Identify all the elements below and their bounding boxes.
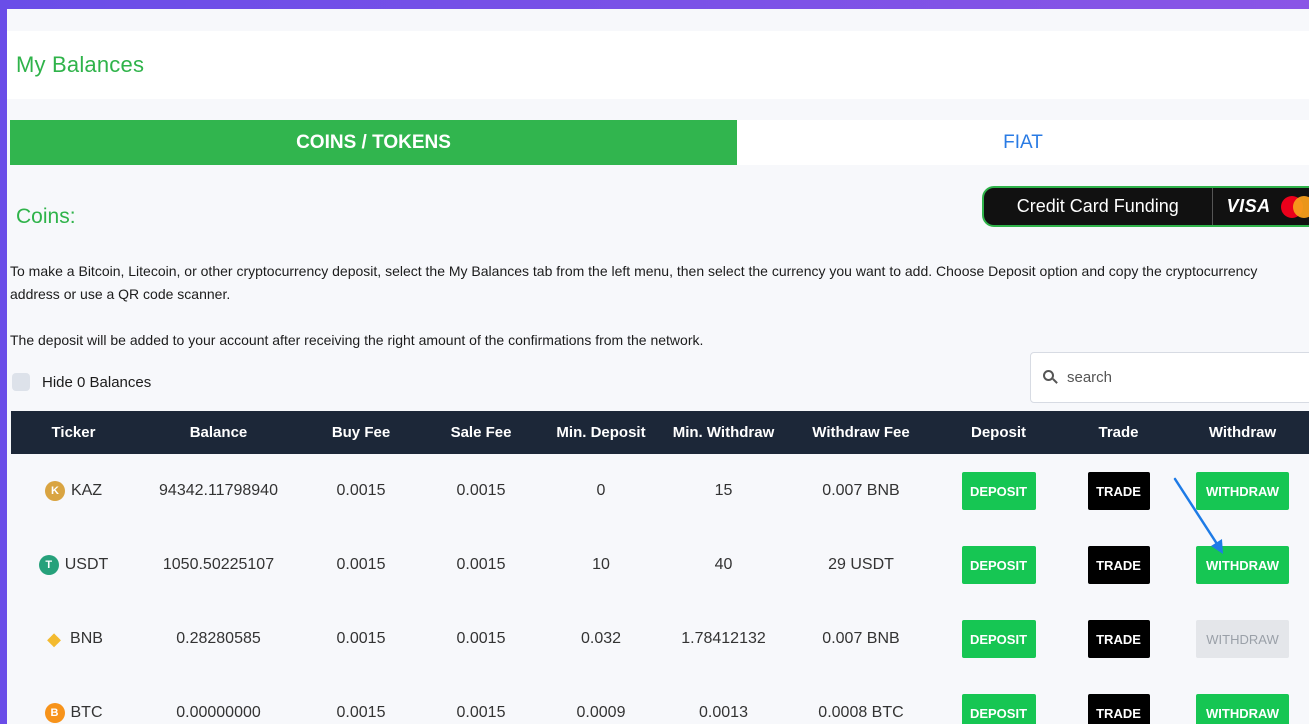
header-buy-fee[interactable]: Buy Fee xyxy=(301,411,421,454)
table-row: B BTC 0.00000000 0.0015 0.0015 0.0009 0.0013 0.… xyxy=(11,676,1309,724)
withdraw-cell: WITHDRAW xyxy=(1176,676,1309,724)
trade-cell: TRADE xyxy=(1061,602,1176,676)
deposit-button[interactable]: DEPOSIT xyxy=(961,472,1036,510)
deposit-instructions: To make a Bitcoin, Litecoin, or other cr… xyxy=(10,263,1258,302)
trade-button[interactable]: TRADE xyxy=(1087,620,1150,658)
header-trade: Trade xyxy=(1098,424,1139,441)
ticker-label: BTC xyxy=(70,704,103,721)
trade-cell: TRADE xyxy=(1061,676,1176,724)
credit-card-funding-label: Credit Card Funding xyxy=(984,188,1213,225)
buy-fee-cell: 0.0015 xyxy=(336,482,386,499)
coins-heading: Coins: xyxy=(16,205,76,228)
ticker-label: KAZ xyxy=(70,482,103,499)
withdraw-fee-cell: 0.007 BNB xyxy=(822,482,900,499)
tab-fiat[interactable]: FIAT xyxy=(737,120,1309,165)
kaz-coin-icon: K xyxy=(44,481,65,501)
trade-button[interactable]: TRADE xyxy=(1087,472,1150,510)
deposit-cell: DEPOSIT xyxy=(936,676,1061,724)
search-icon xyxy=(1043,369,1059,386)
table-row: K KAZ 94342.11798940 0.0015 0.0015 0 15 0.007 B… xyxy=(11,454,1309,528)
header-deposit: Deposit xyxy=(970,424,1026,441)
ticker-cell: B BTC xyxy=(11,676,136,724)
page-title: My Balances xyxy=(16,52,145,77)
ticker-cell: K KAZ xyxy=(11,454,136,528)
search-input[interactable] xyxy=(1067,369,1297,386)
table-row: ◆ BNB 0.28280585 0.0015 0.0015 0.032 1.7841213… xyxy=(11,602,1309,676)
main-content: My Balances COINS / TOKENS FIAT Coins: C… xyxy=(7,9,1309,724)
trade-button[interactable]: TRADE xyxy=(1087,694,1150,724)
withdraw-button[interactable]: WITHDRAW xyxy=(1196,472,1289,510)
trade-cell: TRADE xyxy=(1061,528,1176,602)
deposit-cell: DEPOSIT xyxy=(936,528,1061,602)
table-header-row: Ticker Balance Buy Fee Sale Fee Min. Dep… xyxy=(11,411,1309,454)
deposit-button[interactable]: DEPOSIT xyxy=(961,694,1036,724)
min-deposit-cell: 0.032 xyxy=(580,630,622,647)
balance-cell: 0.28280585 xyxy=(176,630,261,647)
header-min-deposit[interactable]: Min. Deposit xyxy=(541,411,661,454)
header-withdraw-fee[interactable]: Withdraw Fee xyxy=(786,411,936,454)
deposit-confirmation-note: The deposit will be added to your accoun… xyxy=(10,332,704,348)
usdt-coin-icon: T xyxy=(38,555,59,575)
ticker-cell: T USDT xyxy=(11,528,136,602)
credit-card-funding-button[interactable]: Credit Card Funding VISA xyxy=(982,186,1309,227)
balance-tabs: COINS / TOKENS FIAT xyxy=(10,120,1309,165)
hide-zero-balances-toggle[interactable]: Hide 0 Balances xyxy=(12,373,151,391)
header-withdraw: Withdraw xyxy=(1208,424,1277,441)
mastercard-logo-icon xyxy=(1280,195,1309,219)
balances-table: Ticker Balance Buy Fee Sale Fee Min. Dep… xyxy=(11,411,1309,724)
header-ticker[interactable]: Ticker xyxy=(11,411,136,454)
ticker-label: BNB xyxy=(70,630,103,647)
buy-fee-cell: 0.0015 xyxy=(336,630,386,647)
balance-cell: 0.00000000 xyxy=(176,704,261,721)
deposit-cell: DEPOSIT xyxy=(936,454,1061,528)
deposit-button[interactable]: DEPOSIT xyxy=(961,546,1036,584)
tab-coins-tokens[interactable]: COINS / TOKENS xyxy=(10,120,737,165)
header-sale-fee[interactable]: Sale Fee xyxy=(421,411,541,454)
sale-fee-cell: 0.0015 xyxy=(456,556,506,573)
withdraw-fee-cell: 0.007 BNB xyxy=(822,630,900,647)
trade-cell: TRADE xyxy=(1061,454,1176,528)
title-bar xyxy=(7,31,1309,99)
hide-zero-checkbox[interactable] xyxy=(12,373,30,391)
buy-fee-cell: 0.0015 xyxy=(336,556,386,573)
min-withdraw-cell: 0.0013 xyxy=(699,704,748,721)
deposit-button[interactable]: DEPOSIT xyxy=(961,620,1036,658)
ticker-label: USDT xyxy=(64,556,109,573)
sale-fee-cell: 0.0015 xyxy=(456,482,506,499)
withdraw-cell: WITHDRAW xyxy=(1176,528,1309,602)
header-balance[interactable]: Balance xyxy=(136,411,301,454)
hide-zero-label: Hide 0 Balances xyxy=(42,373,152,391)
balance-cell: 1050.50225107 xyxy=(162,556,275,573)
table-row: T USDT 1050.50225107 0.0015 0.0015 10 40 29 USD… xyxy=(11,528,1309,602)
ticker-cell: ◆ BNB xyxy=(11,602,136,676)
min-withdraw-cell: 1.78412132 xyxy=(681,630,766,647)
visa-logo: VISA xyxy=(1226,196,1271,216)
withdraw-fee-cell: 0.0008 BTC xyxy=(818,704,904,721)
sale-fee-cell: 0.0015 xyxy=(456,704,506,721)
sale-fee-cell: 0.0015 xyxy=(456,630,506,647)
withdraw-fee-cell: 29 USDT xyxy=(828,556,894,573)
min-withdraw-cell: 15 xyxy=(714,482,733,499)
deposit-cell: DEPOSIT xyxy=(936,602,1061,676)
withdraw-cell: WITHDRAW xyxy=(1176,602,1309,676)
bnb-coin-icon: ◆ xyxy=(47,628,61,649)
btc-coin-icon: B xyxy=(44,703,65,723)
withdraw-button: WITHDRAW xyxy=(1196,620,1289,658)
min-withdraw-cell: 40 xyxy=(714,556,733,573)
withdraw-button[interactable]: WITHDRAW xyxy=(1196,694,1289,724)
withdraw-button[interactable]: WITHDRAW xyxy=(1196,546,1289,584)
min-deposit-cell: 0.0009 xyxy=(576,704,626,721)
withdraw-cell: WITHDRAW xyxy=(1176,454,1309,528)
buy-fee-cell: 0.0015 xyxy=(336,704,386,721)
min-deposit-cell: 10 xyxy=(592,556,610,573)
search-box[interactable] xyxy=(1030,352,1309,403)
header-min-withdraw[interactable]: Min. Withdraw xyxy=(661,411,786,454)
min-deposit-cell: 0 xyxy=(596,482,606,499)
balance-cell: 94342.11798940 xyxy=(159,482,278,499)
trade-button[interactable]: TRADE xyxy=(1087,546,1150,584)
